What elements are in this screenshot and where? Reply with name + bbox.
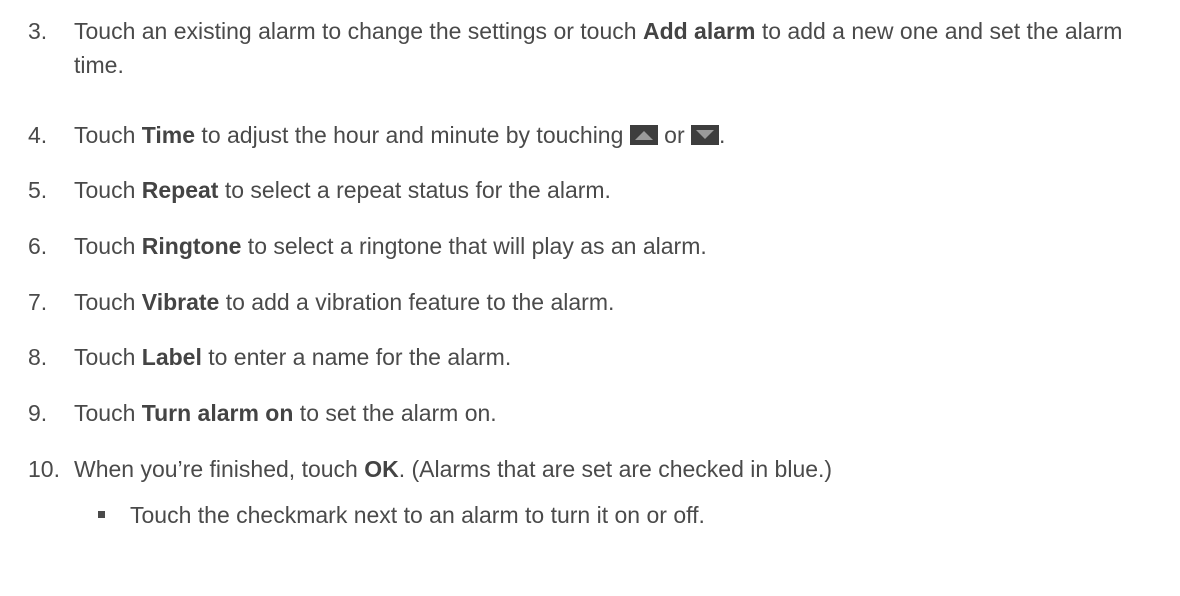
step-text: Touch Repeat to select a repeat status f… — [74, 177, 611, 203]
step-number: 3. — [28, 18, 48, 44]
term-ringtone: Ringtone — [141, 233, 242, 259]
step-10: 10. When you’re finished, touch OK. (Ala… — [28, 452, 1162, 486]
term-label: Label — [141, 344, 202, 370]
term-turn-alarm-on: Turn alarm on — [141, 400, 294, 426]
step-text: Touch Turn alarm on to set the alarm on. — [74, 400, 497, 426]
step-5: 5. Touch Repeat to select a repeat statu… — [28, 173, 1162, 207]
step-4: 4. Touch Time to adjust the hour and min… — [28, 118, 1162, 152]
square-bullet-icon — [98, 511, 105, 518]
step-number: 8. — [28, 344, 48, 370]
step-text: Touch Vibrate to add a vibration feature… — [74, 289, 615, 315]
step-text: Touch an existing alarm to change the se… — [74, 18, 1123, 78]
step-number: 9. — [28, 400, 48, 426]
step-number: 7. — [28, 289, 48, 315]
bullet-item: Touch the checkmark next to an alarm to … — [98, 498, 1162, 532]
term-repeat: Repeat — [141, 177, 219, 203]
step-number: 10. — [28, 456, 60, 482]
step-number: 4. — [28, 122, 48, 148]
term-time: Time — [141, 122, 196, 148]
step-text: Touch Ringtone to select a ringtone that… — [74, 233, 707, 259]
term-add-alarm: Add alarm — [642, 18, 756, 44]
step-text: Touch Time to adjust the hour and minute… — [74, 122, 726, 148]
step-number: 6. — [28, 233, 48, 259]
bullet-text: Touch the checkmark next to an alarm to … — [130, 502, 705, 528]
instructions-page: 3. Touch an existing alarm to change the… — [0, 0, 1180, 596]
step-text: Touch Label to enter a name for the alar… — [74, 344, 512, 370]
step-text: When you’re finished, touch OK. (Alarms … — [74, 456, 833, 482]
step-6: 6. Touch Ringtone to select a ringtone t… — [28, 229, 1162, 263]
term-vibrate: Vibrate — [141, 289, 220, 315]
arrow-down-icon — [691, 125, 720, 145]
step-8: 8. Touch Label to enter a name for the a… — [28, 340, 1162, 374]
step-7: 7. Touch Vibrate to add a vibration feat… — [28, 285, 1162, 319]
term-ok: OK — [364, 456, 399, 482]
step-3: 3. Touch an existing alarm to change the… — [28, 14, 1162, 82]
step-number: 5. — [28, 177, 48, 203]
step-9: 9. Touch Turn alarm on to set the alarm … — [28, 396, 1162, 430]
arrow-up-icon — [629, 125, 658, 145]
